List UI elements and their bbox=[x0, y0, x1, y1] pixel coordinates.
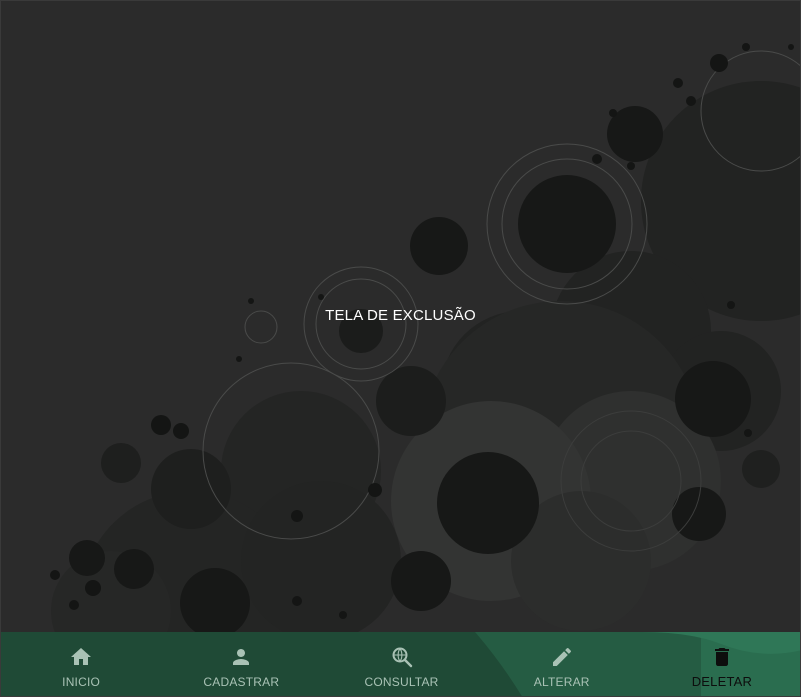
app-screen: TELA DE EXCLUSÃO INICIO CADASTRAR CONSUL… bbox=[0, 0, 801, 697]
bottom-navigation-bar: INICIO CADASTRAR CONSULTAR ALTERAR DELET… bbox=[1, 632, 800, 696]
person-icon bbox=[229, 645, 253, 669]
search-web-icon bbox=[390, 645, 414, 669]
nav-item-cadastrar[interactable]: CADASTRAR bbox=[161, 632, 321, 696]
pencil-icon bbox=[550, 645, 574, 669]
nav-item-consultar[interactable]: CONSULTAR bbox=[321, 632, 481, 696]
nav-item-inicio[interactable]: INICIO bbox=[1, 632, 161, 696]
nav-label-alterar: ALTERAR bbox=[533, 675, 590, 689]
nav-label-inicio: INICIO bbox=[62, 675, 101, 689]
nav-item-deletar[interactable]: DELETAR bbox=[642, 632, 800, 696]
page-title: TELA DE EXCLUSÃO bbox=[325, 307, 476, 324]
nav-item-alterar[interactable]: ALTERAR bbox=[482, 632, 642, 696]
background-circles-art bbox=[50, 43, 800, 696]
nav-label-consultar: CONSULTAR bbox=[364, 675, 439, 689]
trash-icon bbox=[710, 645, 734, 669]
nav-label-cadastrar: CADASTRAR bbox=[203, 675, 280, 689]
home-icon bbox=[69, 645, 93, 669]
nav-label-deletar: DELETAR bbox=[691, 674, 753, 689]
